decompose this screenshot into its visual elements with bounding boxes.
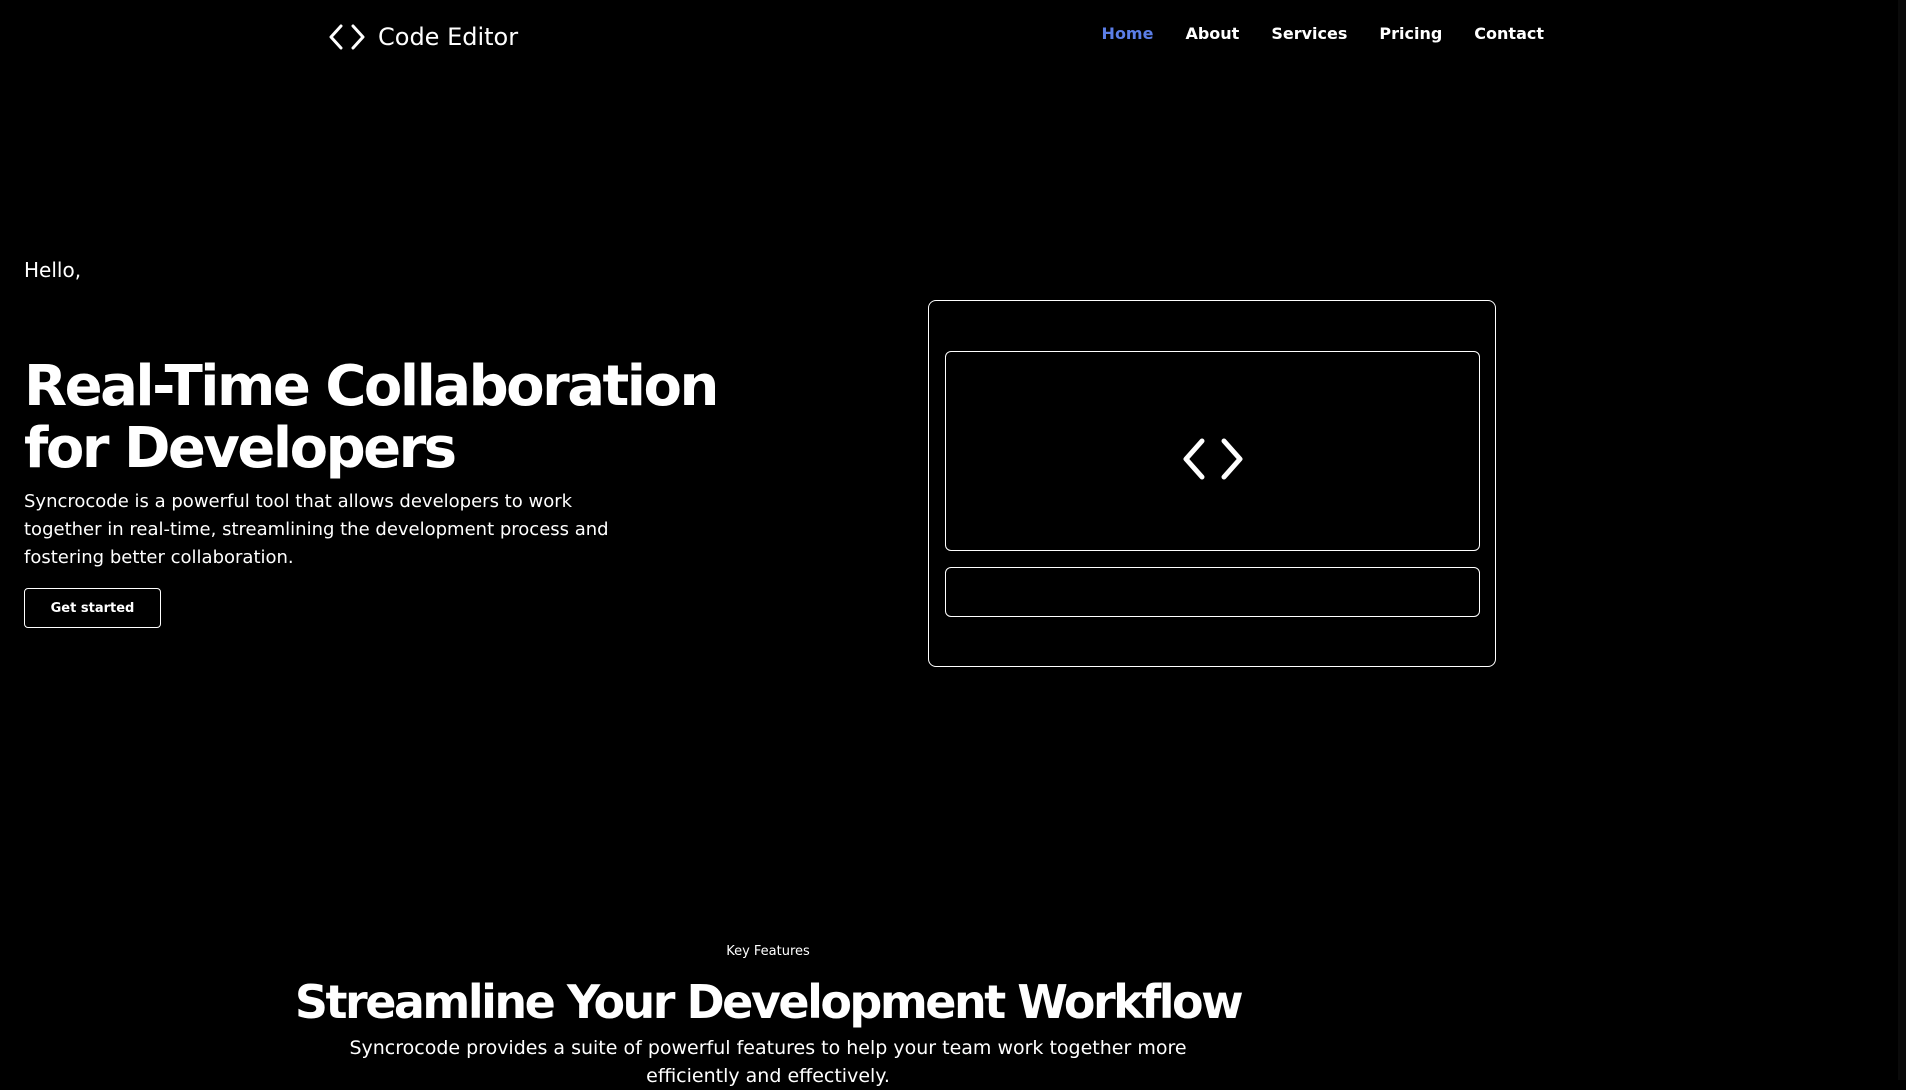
features-description: Syncrocode provides a suite of powerful …: [349, 1037, 1187, 1087]
code-brackets-icon: [328, 24, 366, 50]
nav-link-about[interactable]: About: [1185, 24, 1239, 43]
nav-link-home[interactable]: Home: [1102, 24, 1154, 43]
features-eyebrow: Key Features: [726, 944, 810, 959]
nav-links: Home About Services Pricing Contact: [1102, 24, 1544, 43]
features-title: Streamline Your Development Workflow: [294, 975, 1244, 1029]
hero-greeting: Hello,: [24, 258, 82, 282]
navbar: Code Editor Home About Services Pricing …: [0, 0, 1906, 74]
nav-link-pricing[interactable]: Pricing: [1379, 24, 1442, 43]
editor-illustration-screen: [945, 351, 1480, 551]
get-started-button[interactable]: Get started: [24, 588, 161, 628]
nav-link-services[interactable]: Services: [1271, 24, 1347, 43]
code-brackets-icon: [1182, 418, 1244, 484]
page-scrollbar[interactable]: [1898, 0, 1906, 1080]
editor-illustration: [928, 300, 1496, 667]
nav-link-contact[interactable]: Contact: [1474, 24, 1544, 43]
hero-title: Real-Time Collaboration for Developers: [24, 354, 719, 481]
hero-description: Syncrocode is a powerful tool that allow…: [24, 491, 609, 568]
editor-illustration-bar: [945, 567, 1480, 617]
logo[interactable]: Code Editor: [328, 20, 518, 54]
logo-text: Code Editor: [378, 23, 519, 51]
